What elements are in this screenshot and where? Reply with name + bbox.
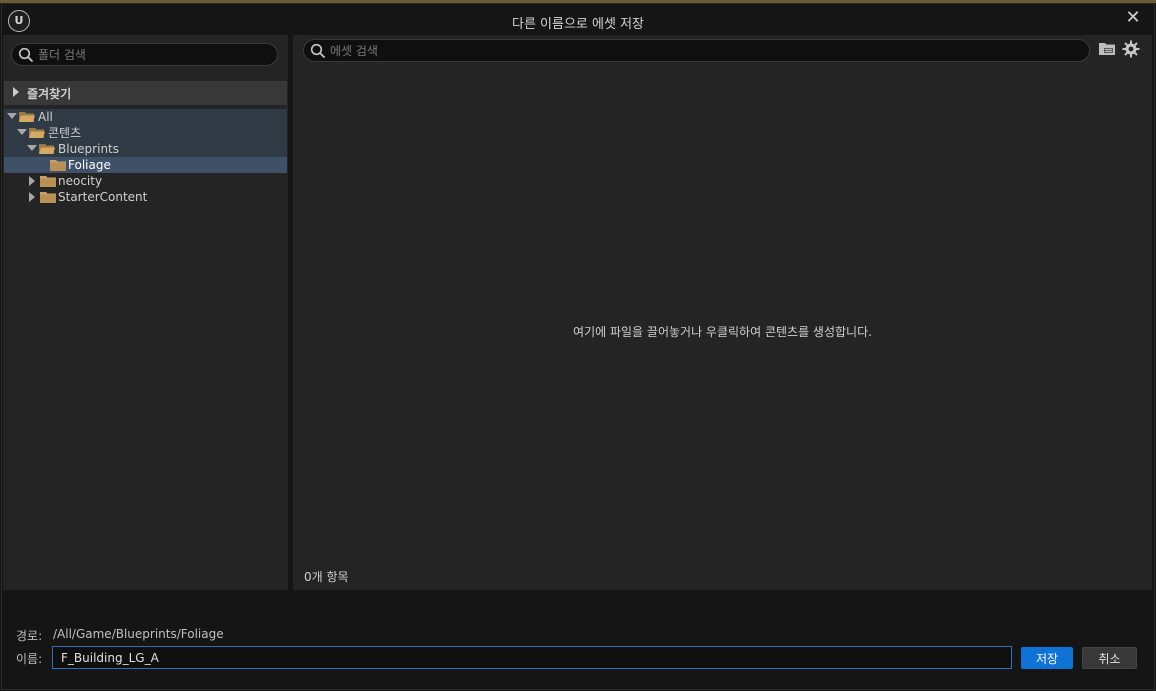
tree-item-foliage[interactable]: Foliage xyxy=(4,157,287,173)
folder-icon xyxy=(50,160,66,171)
empty-folder-message: 여기에 파일을 끌어놓거나 우클릭하여 콘텐츠를 생성합니다. xyxy=(573,325,872,339)
folder-search-input[interactable] xyxy=(38,46,268,63)
expand-arrow-icon[interactable] xyxy=(13,87,19,97)
search-icon xyxy=(310,43,326,59)
cancel-button[interactable]: 취소 xyxy=(1082,647,1137,669)
folder-view-icon[interactable] xyxy=(1098,41,1116,57)
tree-item-label: neocity xyxy=(58,174,103,188)
tree-item-label: StarterContent xyxy=(58,190,148,204)
gear-icon[interactable] xyxy=(1122,40,1140,58)
close-icon[interactable]: ✕ xyxy=(1124,9,1142,27)
title-bar: U 다른 이름으로 에셋 저장 ✕ xyxy=(2,4,1154,36)
tree-item-neocity[interactable]: neocity xyxy=(4,173,287,189)
folder-tree: All 콘텐츠 Blueprints Foliage neocity Start… xyxy=(4,109,287,205)
tree-item-label: 콘텐츠 xyxy=(48,126,82,140)
tree-item-label: Foliage xyxy=(68,158,111,172)
asset-search-input[interactable] xyxy=(330,42,1070,59)
asset-name-input[interactable] xyxy=(52,646,1012,669)
asset-view-panel[interactable]: 여기에 파일을 끌어놓거나 우클릭하여 콘텐츠를 생성합니다. 0개 항목 xyxy=(293,35,1152,590)
tree-item-label: Blueprints xyxy=(58,142,120,156)
tree-item-startercontent[interactable]: StarterContent xyxy=(4,189,287,205)
path-value: /All/Game/Blueprints/Foliage xyxy=(53,627,224,641)
folder-open-icon xyxy=(39,144,55,154)
tree-item-label: All xyxy=(38,110,53,124)
folder-icon xyxy=(40,192,56,203)
collapse-arrow-icon[interactable] xyxy=(27,145,37,151)
item-count: 0개 항목 xyxy=(304,570,349,584)
path-label: 경로: xyxy=(16,629,43,643)
favorites-label: 즐겨찾기 xyxy=(27,87,72,101)
asset-search-box[interactable] xyxy=(303,39,1090,62)
folder-icon xyxy=(40,176,56,187)
dialog-title: 다른 이름으로 에셋 저장 xyxy=(512,17,644,32)
collapse-arrow-icon[interactable] xyxy=(17,129,27,135)
tree-item-content[interactable]: 콘텐츠 xyxy=(4,125,287,141)
name-label: 이름: xyxy=(16,652,43,666)
folder-panel: 즐겨찾기 All 콘텐츠 Blueprints xyxy=(3,35,288,590)
expand-arrow-icon[interactable] xyxy=(29,176,35,186)
collapse-arrow-icon[interactable] xyxy=(7,113,17,119)
folder-search-box[interactable] xyxy=(11,43,278,66)
favorites-header[interactable]: 즐겨찾기 xyxy=(4,81,287,105)
tree-item-all[interactable]: All xyxy=(4,109,287,125)
folder-open-icon xyxy=(19,112,35,122)
tree-item-blueprints[interactable]: Blueprints xyxy=(4,141,287,157)
save-button[interactable]: 저장 xyxy=(1021,647,1073,669)
expand-arrow-icon[interactable] xyxy=(29,192,35,202)
folder-open-icon xyxy=(29,128,45,138)
search-icon xyxy=(18,47,34,63)
